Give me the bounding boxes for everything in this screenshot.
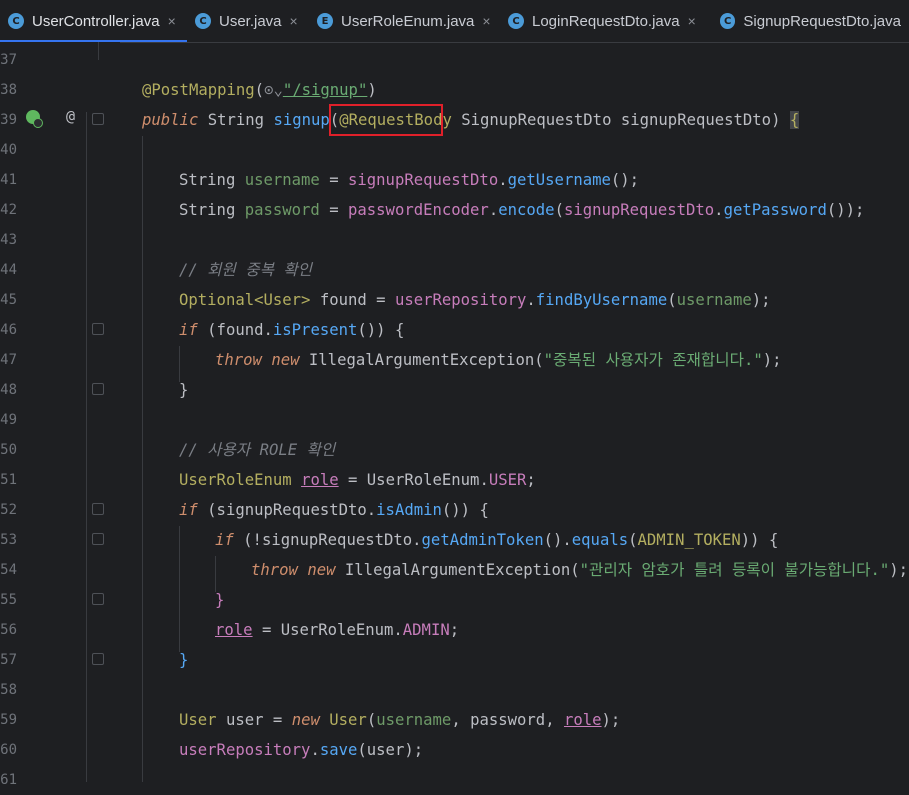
code-text[interactable]: }	[179, 645, 188, 675]
line-number: 46	[0, 322, 17, 338]
code-editor[interactable]: @ 37 38 @PostMapping(⊙⌄"/signup") 39 pub…	[0, 42, 909, 788]
tab-label: UserController.java	[32, 12, 160, 30]
close-icon[interactable]: ×	[482, 13, 490, 29]
tab-user[interactable]: C User.java ×	[187, 0, 309, 42]
line-number: 49	[0, 412, 17, 428]
code-comment[interactable]: // 사용자 ROLE 확인	[179, 435, 335, 465]
line-number: 39	[0, 112, 17, 128]
line-number: 47	[0, 352, 17, 368]
code-text[interactable]: @PostMapping(⊙⌄"/signup")	[142, 75, 377, 105]
code-line: 42 String password = passwordEncoder.enc…	[0, 195, 909, 225]
tab-login-request-dto[interactable]: C LoginRequestDto.java ×	[500, 0, 712, 42]
close-icon[interactable]: ×	[290, 13, 298, 29]
code-line: 56 role = UserRoleEnum.ADMIN;	[0, 615, 909, 645]
line-number: 41	[0, 172, 17, 188]
line-number: 37	[0, 52, 17, 68]
code-text[interactable]: }	[179, 375, 188, 405]
code-line: 46 if (found.isPresent()) {	[0, 315, 909, 345]
line-number: 53	[0, 532, 17, 548]
line-number: 58	[0, 682, 17, 698]
code-text[interactable]: User user = new User(username, password,…	[179, 705, 620, 735]
code-text[interactable]: role = UserRoleEnum.ADMIN;	[215, 615, 459, 645]
code-text[interactable]: public String signup(@RequestBody Signup…	[142, 105, 800, 135]
code-text[interactable]: Optional<User> found = userRepository.fi…	[179, 285, 771, 315]
code-text[interactable]: userRepository.save(user);	[179, 735, 423, 765]
code-line: 60 userRepository.save(user);	[0, 735, 909, 765]
tab-label: SignupRequestDto.java	[743, 12, 901, 30]
code-text[interactable]: if (signupRequestDto.isAdmin()) {	[179, 495, 489, 525]
line-number: 55	[0, 592, 17, 608]
code-line: 43	[0, 225, 909, 255]
tab-label: LoginRequestDto.java	[532, 12, 680, 30]
code-line: 55 }	[0, 585, 909, 615]
line-number: 50	[0, 442, 17, 458]
line-number: 44	[0, 262, 17, 278]
code-line: 61	[0, 765, 909, 795]
line-number: 43	[0, 232, 17, 248]
code-line: 41 String username = signupRequestDto.ge…	[0, 165, 909, 195]
class-icon: C	[508, 13, 524, 29]
line-number: 42	[0, 202, 17, 218]
code-text[interactable]: UserRoleEnum role = UserRoleEnum.USER;	[179, 465, 536, 495]
enum-icon: E	[317, 13, 333, 29]
class-icon: C	[195, 13, 211, 29]
code-line: 38 @PostMapping(⊙⌄"/signup")	[0, 75, 909, 105]
line-number: 52	[0, 502, 17, 518]
close-icon[interactable]: ×	[688, 13, 696, 29]
code-text[interactable]: throw new IllegalArgumentException("중복된 …	[215, 345, 782, 375]
code-line: 44 // 회원 중복 확인	[0, 255, 909, 285]
code-text[interactable]: String password = passwordEncoder.encode…	[179, 195, 864, 225]
code-line: 51 UserRoleEnum role = UserRoleEnum.USER…	[0, 465, 909, 495]
tab-user-role-enum[interactable]: E UserRoleEnum.java ×	[309, 0, 500, 42]
code-line: 57 }	[0, 645, 909, 675]
code-line: 52 if (signupRequestDto.isAdmin()) {	[0, 495, 909, 525]
class-icon: C	[8, 13, 24, 29]
highlight-box	[329, 104, 443, 136]
code-line: 40	[0, 135, 909, 165]
code-text[interactable]: if (!signupRequestDto.getAdminToken().eq…	[215, 525, 778, 555]
code-line: 45 Optional<User> found = userRepository…	[0, 285, 909, 315]
tab-signup-request-dto[interactable]: C SignupRequestDto.java	[712, 0, 909, 42]
code-comment[interactable]: // 회원 중복 확인	[179, 255, 312, 285]
class-icon: C	[720, 13, 736, 29]
editor-tab-bar: C UserController.java × C User.java × E …	[0, 0, 909, 43]
code-line: 39 public String signup(@RequestBody Sig…	[0, 105, 909, 135]
code-text[interactable]: throw new IllegalArgumentException("관리자 …	[251, 555, 908, 585]
code-text[interactable]: String username = signupRequestDto.getUs…	[179, 165, 639, 195]
code-line: 53 if (!signupRequestDto.getAdminToken()…	[0, 525, 909, 555]
close-icon[interactable]: ×	[168, 13, 176, 29]
line-number: 54	[0, 562, 17, 578]
line-number: 38	[0, 82, 17, 98]
code-line: 58	[0, 675, 909, 705]
code-line: 49	[0, 405, 909, 435]
code-line: 48 }	[0, 375, 909, 405]
code-text[interactable]: if (found.isPresent()) {	[179, 315, 404, 345]
code-line: 54 throw new IllegalArgumentException("관…	[0, 555, 909, 585]
tab-user-controller[interactable]: C UserController.java ×	[0, 0, 187, 42]
code-line: 37	[0, 45, 909, 75]
line-number: 57	[0, 652, 17, 668]
line-number: 61	[0, 772, 17, 788]
tab-label: User.java	[219, 12, 282, 30]
line-number: 45	[0, 292, 17, 308]
line-number: 48	[0, 382, 17, 398]
code-line: 47 throw new IllegalArgumentException("중…	[0, 345, 909, 375]
code-line: 50 // 사용자 ROLE 확인	[0, 435, 909, 465]
line-number: 51	[0, 472, 17, 488]
line-number: 59	[0, 712, 17, 728]
line-number: 40	[0, 142, 17, 158]
tab-label: UserRoleEnum.java	[341, 12, 475, 30]
line-number: 60	[0, 742, 17, 758]
code-text[interactable]: }	[215, 585, 224, 615]
line-number: 56	[0, 622, 17, 638]
code-line: 59 User user = new User(username, passwo…	[0, 705, 909, 735]
